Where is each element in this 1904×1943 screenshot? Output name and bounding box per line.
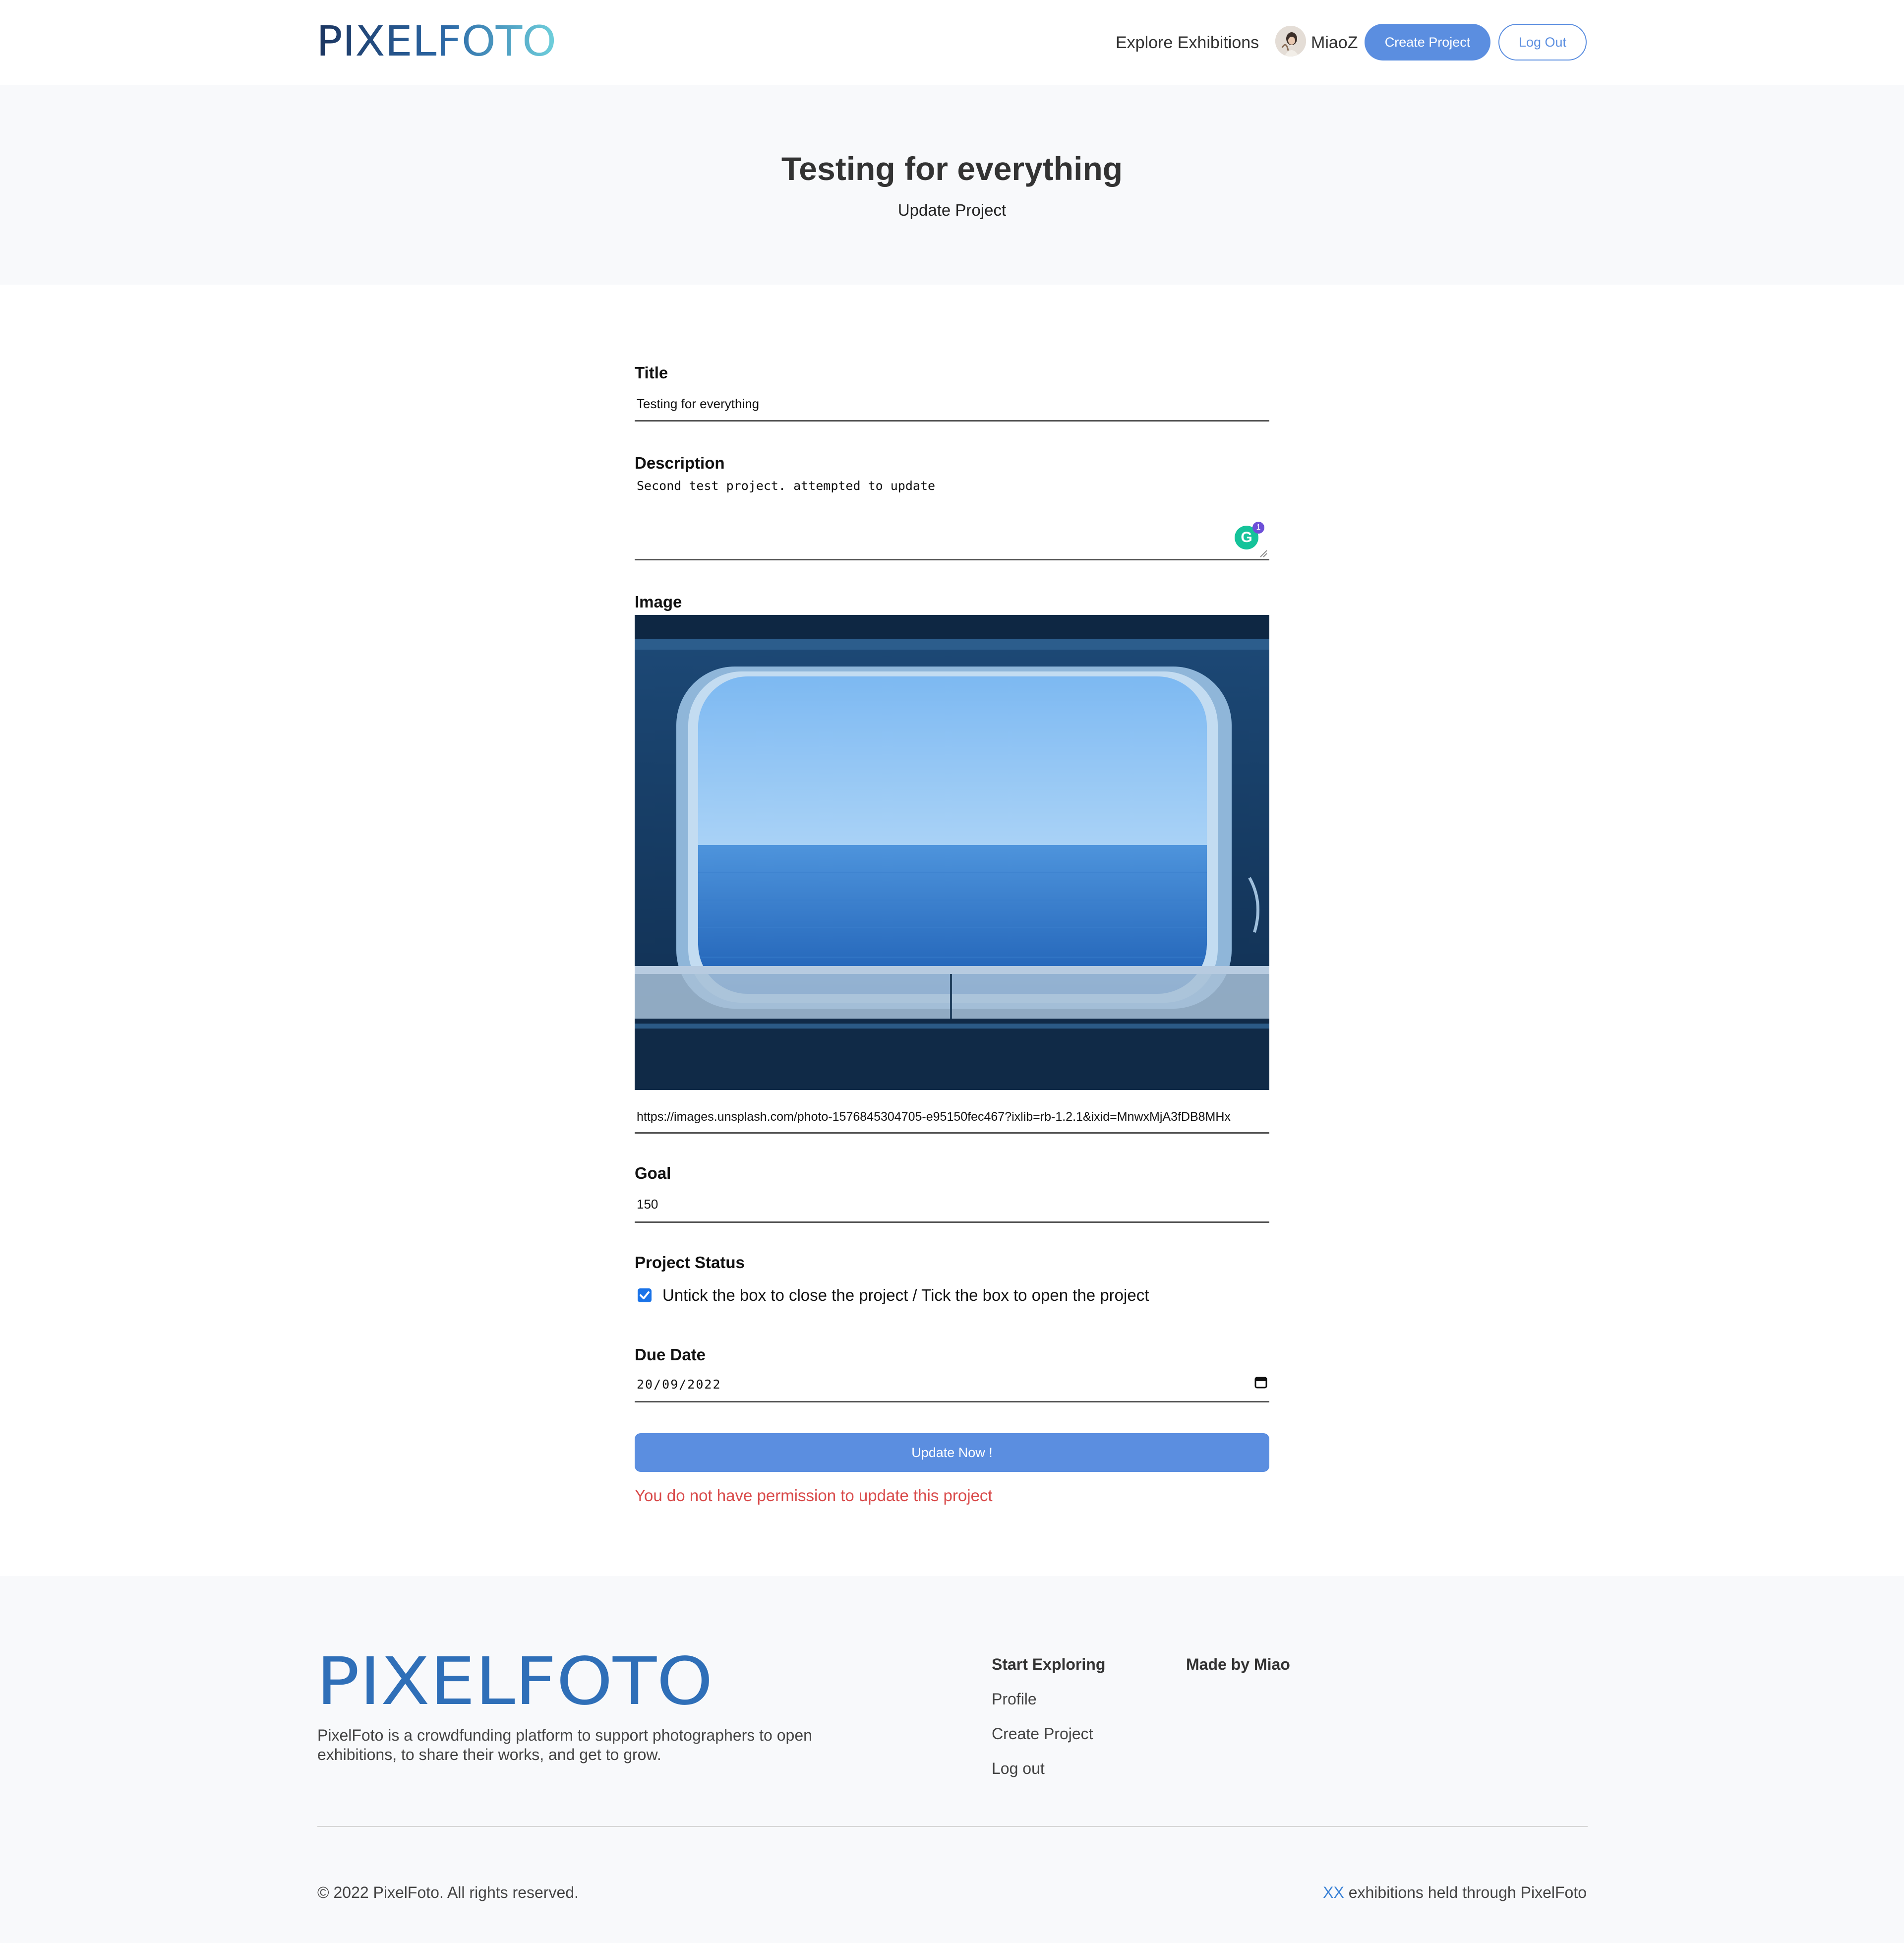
top-nav: PIXELFOTO Explore Exhibitions MiaoZ Crea… <box>0 0 1904 85</box>
footer-link-log-out[interactable]: Log out <box>992 1759 1045 1778</box>
page-subtitle: Update Project <box>897 201 1007 219</box>
exhibitions-count: XX <box>1323 1883 1344 1901</box>
copyright: © 2022 PixelFoto. All rights reserved. <box>317 1883 579 1901</box>
logo-text: PIXELFOTO <box>316 24 556 59</box>
grammarly-glyph: G <box>1241 529 1252 546</box>
project-status-checkbox-label[interactable]: Untick the box to close the project / Ti… <box>662 1285 1149 1305</box>
goal-label: Goal <box>635 1164 671 1182</box>
project-status-checkbox[interactable] <box>638 1288 652 1302</box>
explore-exhibitions-link[interactable]: Explore Exhibitions <box>1116 33 1259 53</box>
exhibitions-stats-text: exhibitions held through PixelFoto <box>1348 1883 1587 1901</box>
grammarly-badge: 1 <box>1252 522 1264 534</box>
porthole-photo <box>635 615 1269 1090</box>
create-project-button[interactable]: Create Project <box>1365 24 1490 61</box>
goal-input-value: 150 <box>637 1197 658 1212</box>
page-title: Testing for everything <box>781 150 1123 187</box>
calendar-icon[interactable] <box>1254 1376 1267 1389</box>
update-now-button[interactable]: Update Now ! <box>635 1433 1269 1472</box>
pixelfoto-logo[interactable]: PIXELFOTO <box>316 24 556 59</box>
footer-logo-text: PIXELFOTO <box>316 1654 713 1709</box>
footer-description: PixelFoto is a crowdfunding platform to … <box>317 1726 812 1763</box>
description-textarea-value: Second test project. attempted to update <box>637 479 936 493</box>
title-input[interactable]: Testing for everything <box>635 389 1269 422</box>
avatar[interactable] <box>1275 26 1306 57</box>
project-status-label: Project Status <box>635 1253 745 1272</box>
page-hero: Testing for everything Update Project <box>0 85 1904 285</box>
due-date-input[interactable]: 20/09/2022 <box>635 1368 1269 1402</box>
checkmark-icon <box>640 1291 650 1299</box>
made-by-heading: Made by Miao <box>1186 1655 1290 1673</box>
image-url-input[interactable]: https://images.unsplash.com/photo-157684… <box>635 1090 1269 1134</box>
title-input-value: Testing for everything <box>637 396 760 411</box>
exhibitions-stats: XX exhibitions held through PixelFoto <box>1323 1882 1587 1902</box>
resize-handle-icon[interactable] <box>1258 548 1267 557</box>
footer-link-profile[interactable]: Profile <box>992 1689 1037 1709</box>
site-footer: PIXELFOTO PixelFoto is a crowdfunding pl… <box>0 1576 1904 1943</box>
image-url-value: https://images.unsplash.com/photo-157684… <box>637 1110 1231 1124</box>
footer-divider <box>317 1826 1588 1827</box>
due-date-label: Due Date <box>635 1345 706 1364</box>
goal-input[interactable]: 150 <box>635 1189 1269 1223</box>
title-label: Title <box>635 364 668 382</box>
description-label: Description <box>635 454 725 472</box>
due-date-value: 20/09/2022 <box>637 1377 721 1392</box>
username-label[interactable]: MiaoZ <box>1311 33 1358 53</box>
description-textarea[interactable]: Second test project. attempted to update <box>635 474 1269 560</box>
footer-link-create-project[interactable]: Create Project <box>992 1724 1093 1744</box>
log-out-button[interactable]: Log Out <box>1498 24 1587 61</box>
image-preview <box>635 615 1269 1090</box>
start-exploring-heading: Start Exploring <box>992 1655 1106 1673</box>
image-label: Image <box>635 593 682 611</box>
permission-error-message: You do not have permission to update thi… <box>635 1486 993 1505</box>
footer-logo[interactable]: PIXELFOTO <box>316 1654 713 1709</box>
